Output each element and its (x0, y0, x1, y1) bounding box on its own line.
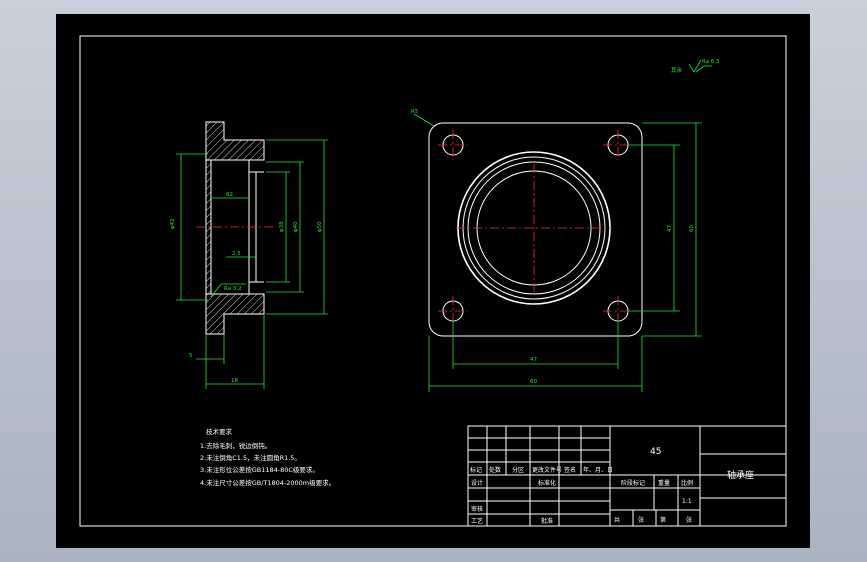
tb-design: 设计 (471, 479, 483, 487)
tb-label-date: 年、月、日 (583, 466, 613, 474)
dim-hole-spacing-v: 47 (667, 225, 673, 232)
tech-req-line-2: 2.未注倒角C1.5，未注圆角R1.5。 (200, 453, 301, 462)
dim-bore-dia: φ42 (170, 218, 176, 229)
dim-overall-h: 60 (689, 225, 695, 232)
tb-sheet-no2: 张 (686, 516, 692, 524)
tech-req-title: 技术要求 (206, 427, 233, 436)
tb-scale: 1:1 (682, 498, 692, 505)
tb-label-mark: 标记 (470, 466, 482, 474)
dim-chamfer: 2.5 (232, 251, 241, 257)
tb-label-count: 处数 (489, 466, 501, 474)
dim-inner-h2: φ40 (293, 221, 299, 232)
tech-req-line-3: 3.未注形位公差按GB1184-80C级要求。 (200, 465, 319, 474)
dim-total-w: 18 (231, 378, 238, 384)
tech-req-line-1: 1.去除毛刺，锐边倒钝。 (200, 441, 271, 450)
drawing-sheet: φ42 φ38 φ40 φ50 62 2.5 Ra 3.2 5 18 R5 47… (56, 14, 810, 548)
drawing-canvas: φ42 φ38 φ40 φ50 62 2.5 Ra 3.2 5 18 R5 47… (79, 35, 787, 527)
roughness-mark: 其余 (671, 66, 683, 74)
tb-ratio: 比例 (681, 479, 693, 487)
tb-label-sign: 签名 (564, 466, 576, 474)
tb-sheets-total: 共 (614, 516, 620, 524)
tb-sheet-no: 第 (660, 516, 666, 524)
tb-label-change: 更改文件号 (532, 466, 562, 474)
cad-viewport[interactable]: φ42 φ38 φ40 φ50 62 2.5 Ra 3.2 5 18 R5 47… (0, 0, 867, 562)
dim-overall-w: 60 (530, 379, 537, 385)
section-view (176, 121, 328, 389)
dim-outer-h: φ50 (317, 221, 323, 232)
tb-part-name: 轴承座 (727, 469, 754, 481)
tb-approve: 批准 (541, 517, 553, 525)
corner-radius-label: R5 (411, 109, 419, 115)
roughness-value: Ra 6.3 (702, 59, 720, 65)
tech-req-line-4: 4.未注尺寸公差按GB/T1804-2000m级要求。 (200, 478, 335, 487)
dim-depth: 62 (226, 192, 233, 198)
tb-label-zone: 分区 (512, 466, 524, 474)
dim-flange-t: 5 (189, 353, 193, 359)
dim-hole-spacing-h: 47 (530, 357, 537, 363)
tb-weight: 重量 (658, 479, 670, 487)
tb-review: 审核 (471, 505, 483, 513)
tb-standardize: 标准化 (538, 479, 556, 487)
drawing-frame (79, 35, 787, 527)
tb-stage-mark: 阶段标记 (621, 479, 645, 487)
section-roughness: Ra 3.2 (224, 286, 242, 292)
dim-inner-h1: φ38 (279, 221, 285, 232)
tb-sheets: 张 (638, 516, 644, 524)
tb-process: 工艺 (471, 517, 483, 525)
tb-material: 45 (650, 447, 661, 457)
